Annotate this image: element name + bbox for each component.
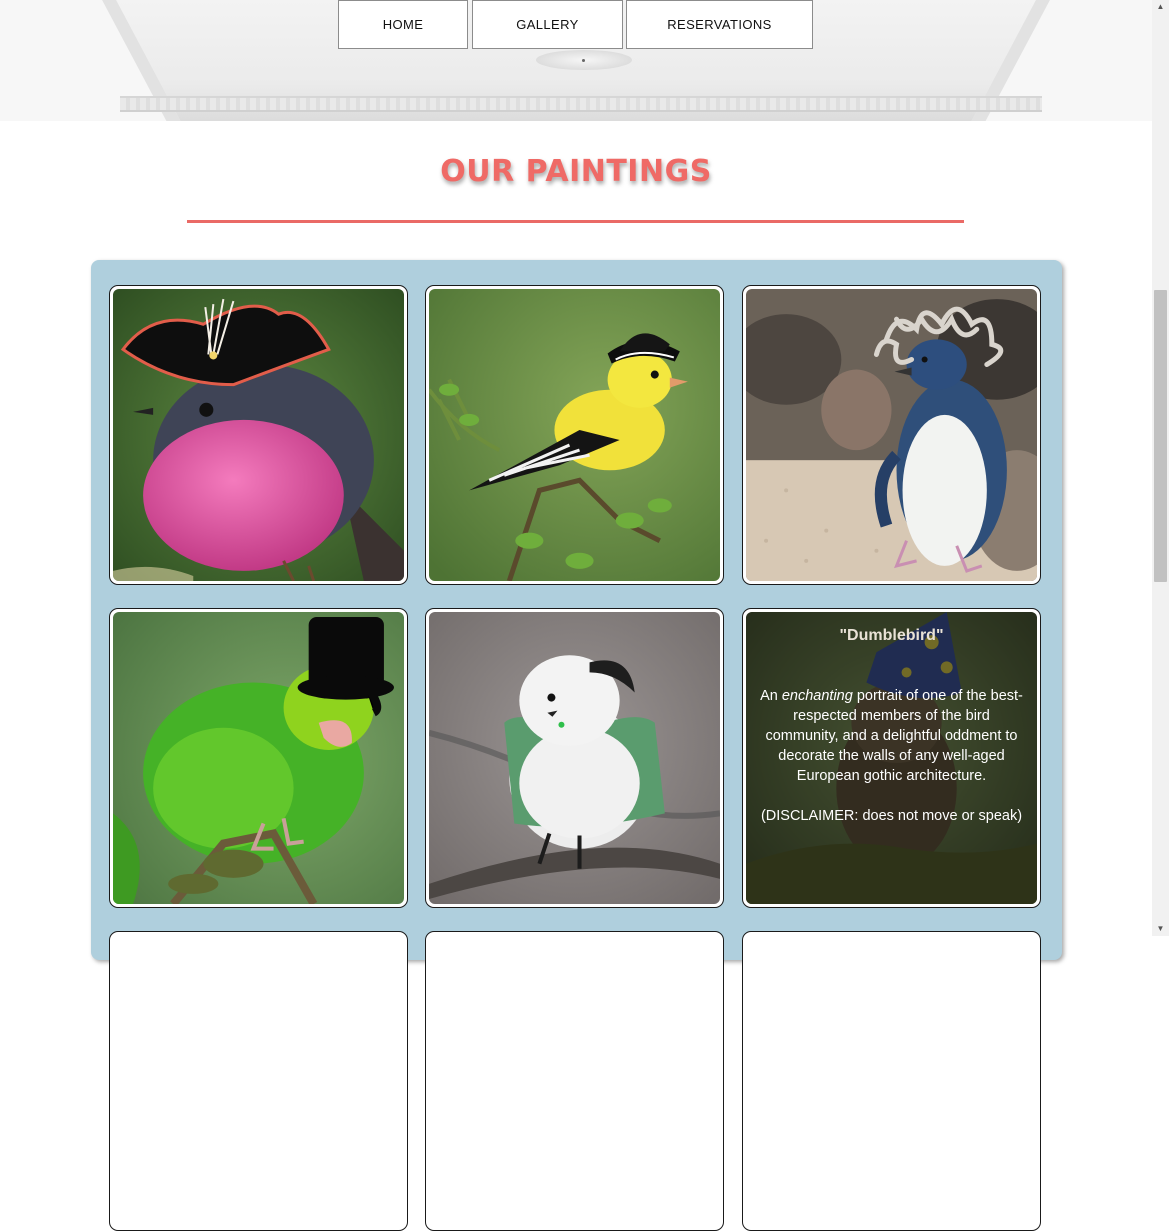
painting-description: An enchanting portrait of one of the bes…	[760, 688, 1023, 784]
section-heading: OUR PAINTINGS	[440, 154, 712, 189]
painting-disclaimer: (DISCLAIMER: does not move or speak)	[760, 808, 1023, 824]
scroll-down-arrow-icon[interactable]: ▼	[1152, 922, 1169, 936]
pirate-robin-painting	[113, 289, 404, 581]
painting-title: "Dumblebird"	[839, 627, 944, 644]
painting-card-hovered[interactable]: "Dumblebird" An enchanting portrait of o…	[742, 608, 1041, 908]
scroll-up-arrow-icon[interactable]: ▲	[1152, 0, 1169, 14]
tophat-parrotlet-painting	[113, 612, 404, 904]
painting-card[interactable]	[425, 931, 724, 1231]
ceiling-molding	[120, 96, 1042, 112]
scrollbar-thumb[interactable]	[1154, 290, 1167, 582]
cape-tit-painting	[429, 612, 720, 904]
painting-card[interactable]	[109, 285, 408, 585]
painting-card[interactable]	[109, 931, 408, 1231]
emphasis-text: enchanting	[781, 688, 853, 704]
painting-card[interactable]	[742, 931, 1041, 1231]
gallery-panel: "Dumblebird" An enchanting portrait of o…	[91, 260, 1062, 1231]
wizard-owl-painting: "Dumblebird" An enchanting portrait of o…	[746, 612, 1037, 904]
heading-divider	[187, 220, 964, 223]
painting-card[interactable]	[425, 285, 724, 585]
fedora-goldfinch-painting	[429, 289, 720, 581]
nav-home-button[interactable]: HOME	[338, 0, 468, 49]
painting-card[interactable]	[742, 285, 1041, 585]
painting-card[interactable]	[109, 608, 408, 908]
ceiling-light	[536, 50, 632, 70]
wig-penguin-painting	[746, 289, 1037, 581]
nav-gallery-button[interactable]: GALLERY	[472, 0, 623, 49]
painting-description-overlay: "Dumblebird" An enchanting portrait of o…	[746, 612, 1037, 904]
page-scrollbar[interactable]: ▲ ▼	[1152, 0, 1169, 936]
nav-reservations-button[interactable]: RESERVATIONS	[626, 0, 813, 49]
painting-card[interactable]	[425, 608, 724, 908]
